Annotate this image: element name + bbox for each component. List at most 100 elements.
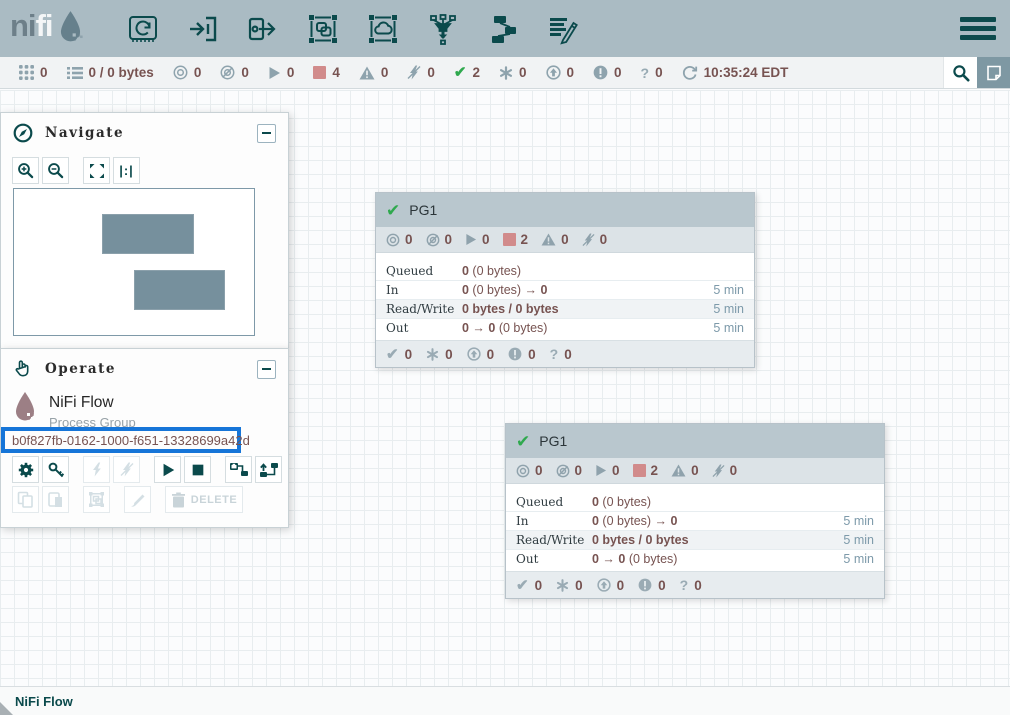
pg2-in-window: 5 min (832, 514, 884, 528)
pg1-footer-modified-stale-icon (508, 347, 522, 361)
delete-button[interactable]: DELETE (165, 486, 243, 513)
funnel-tool-icon[interactable] (426, 12, 460, 46)
selected-component-info: NiFi Flow Process Group (1, 385, 288, 430)
navigate-collapse-button[interactable] (257, 124, 276, 143)
nifi-logo-text-fi: fi (36, 8, 53, 44)
breadcrumb-bar: NiFi Flow (0, 686, 1010, 715)
upload-template-button[interactable] (255, 456, 282, 483)
pg1-queued-row: Queued 0 (0 bytes) (376, 261, 754, 280)
pg2-transmitting-count: 0 (535, 463, 543, 478)
pg1-in-label: In (376, 283, 462, 297)
refresh-icon (682, 65, 698, 81)
global-menu-button[interactable] (960, 17, 996, 40)
pg1-status-row: 0 0 0 2 0 0 (376, 227, 754, 253)
pg1-footer-question-icon: ? (550, 346, 559, 362)
refresh-time: 10:35:24 EDT (704, 65, 789, 80)
access-policies-key-button[interactable] (42, 456, 69, 483)
refresh-status[interactable]: 10:35:24 EDT (682, 65, 789, 81)
template-tool-icon[interactable] (486, 12, 520, 46)
pg2-invalid-count: 0 (691, 463, 699, 478)
paste-button[interactable] (42, 486, 69, 513)
pg2-queued-row: Queued 0 (0 bytes) (506, 492, 884, 511)
pg2-name: PG1 (539, 433, 567, 449)
zoom-fit-button[interactable] (83, 157, 110, 184)
canvas-resize-corner[interactable] (0, 702, 13, 715)
running-status: 0 (268, 65, 295, 80)
pg1-queued-label: Queued (376, 264, 462, 278)
invalid-status: 0 (359, 65, 389, 80)
process-group-component-1[interactable]: ✔ PG1 0 0 0 2 0 0 Queued 0 (0 bytes) In … (375, 192, 755, 368)
compass-icon (13, 123, 33, 143)
breadcrumb-root-link[interactable]: NiFi Flow (15, 694, 73, 709)
pg2-out-row: Out 0 → 0 (0 bytes) 5 min (506, 549, 884, 568)
locally-modified-status: 0 (499, 65, 527, 80)
sync-failure-status: ? 0 (641, 65, 663, 81)
locally-modified-asterisk-icon (499, 66, 513, 80)
pg1-in-window: 5 min (702, 283, 754, 297)
navigate-title: Navigate (45, 125, 124, 141)
pg1-footer-asterisk-icon (426, 348, 439, 361)
flow-id-value: b0f827fb-0162-1000-f651-13328699a42d (5, 433, 250, 448)
remote-process-group-tool-icon[interactable] (366, 12, 400, 46)
pg1-name: PG1 (409, 202, 437, 218)
search-button[interactable] (943, 57, 977, 88)
pg2-running-icon (595, 464, 607, 477)
navigate-header: Navigate (1, 113, 288, 149)
bulletin-note-button[interactable] (977, 57, 1010, 88)
pg1-out-window: 5 min (702, 321, 754, 335)
process-group-component-2[interactable]: ✔ PG1 0 0 0 2 0 0 Queued 0 (0 bytes) In … (505, 423, 885, 599)
transmitting-count: 0 (194, 65, 202, 80)
stopped-icon (313, 66, 326, 79)
disable-lightning-button[interactable] (113, 456, 140, 483)
process-group-tool-icon[interactable] (306, 12, 340, 46)
processor-tool-icon[interactable] (126, 12, 160, 46)
up-to-date-count: 2 (472, 65, 480, 80)
output-port-tool-icon[interactable] (246, 12, 280, 46)
pg2-disabled-count: 0 (730, 463, 738, 478)
selected-flow-name: NiFi Flow (49, 394, 136, 412)
pg1-invalid-icon (541, 233, 556, 246)
pg2-footer-question-icon: ? (680, 577, 689, 593)
pg2-transmitting-icon (516, 464, 530, 478)
pg2-up-to-date-check-icon: ✔ (516, 433, 530, 450)
pg1-footer-uptodate-count: 0 (405, 347, 413, 362)
nifi-drop-icon (53, 10, 84, 44)
pg1-stopped-count: 2 (521, 232, 529, 247)
configuration-gear-button[interactable] (12, 456, 39, 483)
pg1-stopped-icon (503, 233, 516, 246)
pg2-queued-label: Queued (506, 495, 592, 509)
input-port-tool-icon[interactable] (186, 12, 220, 46)
active-threads-icon (19, 65, 34, 80)
pg1-footer-sync-count: 0 (564, 347, 572, 362)
pg1-not-transmitting-icon (426, 233, 440, 247)
fill-color-brush-button[interactable] (124, 486, 151, 513)
operate-collapse-button[interactable] (257, 360, 276, 379)
invalid-icon (359, 66, 375, 80)
stop-button[interactable] (184, 456, 211, 483)
enable-lightning-button[interactable] (83, 456, 110, 483)
zoom-actual-size-button[interactable]: |:| (113, 157, 140, 184)
queued-count: 0 / 0 bytes (89, 65, 154, 80)
copy-button[interactable] (12, 486, 39, 513)
save-template-button[interactable] (225, 456, 252, 483)
stale-count: 0 (567, 65, 575, 80)
running-icon (268, 66, 281, 80)
label-tool-icon[interactable] (546, 12, 580, 46)
pg2-in-label: In (506, 514, 592, 528)
zoom-in-button[interactable] (12, 157, 39, 184)
process-group-drop-icon (13, 390, 37, 424)
pg2-footer-modified-count: 0 (575, 578, 583, 593)
pg1-disabled-icon (582, 233, 595, 247)
pg1-stats: Queued 0 (0 bytes) In 0 (0 bytes) → 0 5 … (376, 253, 754, 337)
birdseye-minimap[interactable] (13, 188, 255, 336)
start-button[interactable] (154, 456, 181, 483)
pg2-versioned-footer: ✔0 0 0 0 ?0 (506, 571, 884, 598)
navigate-buttons: |:| (12, 157, 288, 184)
pg2-out-label: Out (506, 552, 592, 566)
pg1-footer-modified-count: 0 (445, 347, 453, 362)
group-button[interactable] (83, 486, 110, 513)
zoom-out-button[interactable] (42, 157, 69, 184)
pg2-stopped-count: 2 (651, 463, 659, 478)
pg1-footer-check-icon: ✔ (386, 347, 399, 362)
pg2-footer-sync-count: 0 (694, 578, 702, 593)
